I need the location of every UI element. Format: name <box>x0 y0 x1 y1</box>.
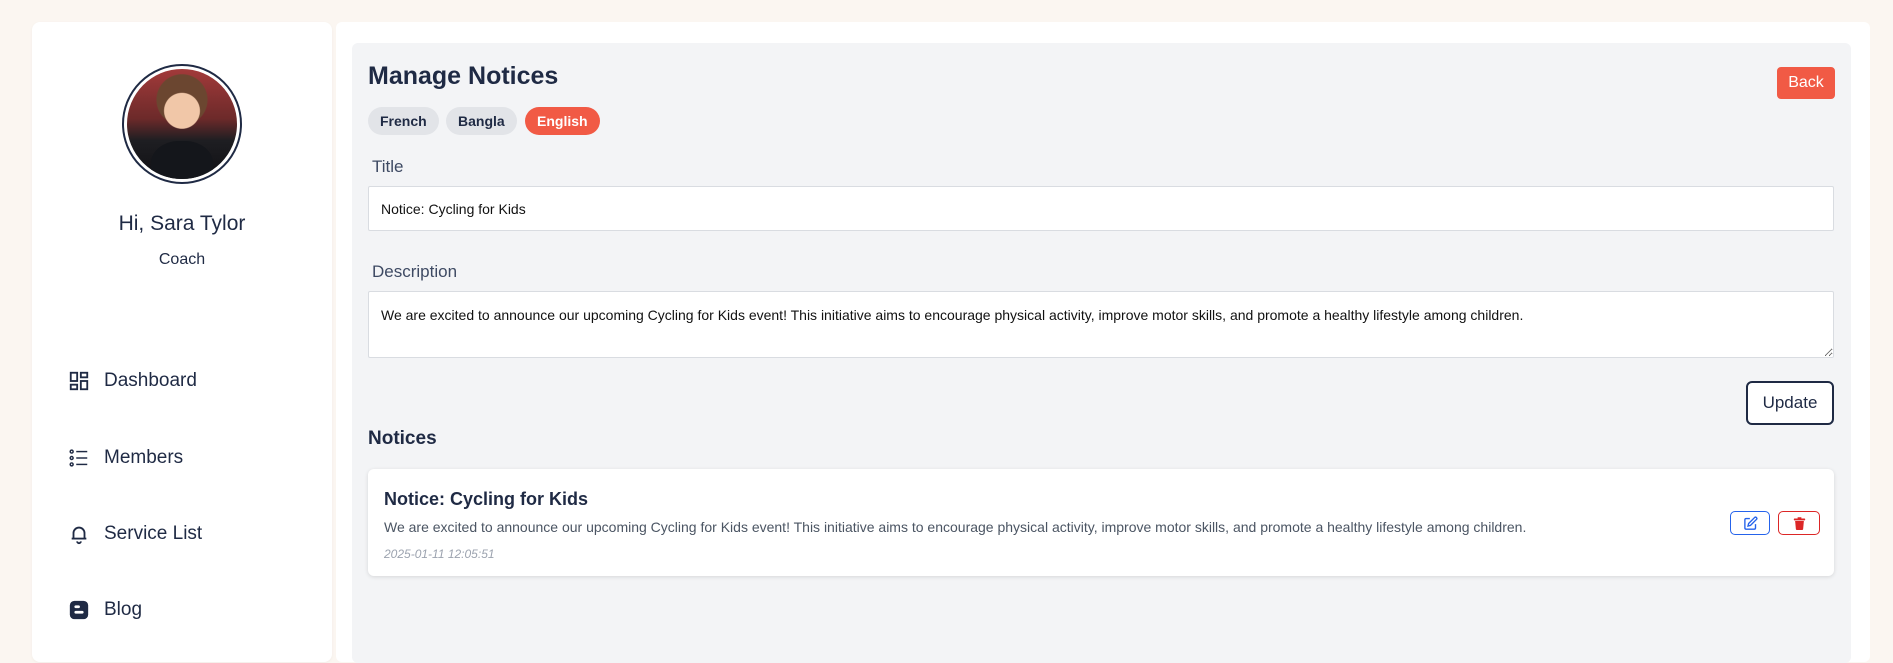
sidebar-item-label: Service List <box>104 523 203 544</box>
page-title: Manage Notices <box>368 62 559 90</box>
language-tab-french[interactable]: French <box>368 107 439 135</box>
notice-card: Notice: Cycling for Kids We are excited … <box>368 469 1834 576</box>
sidebar-item-service-list[interactable]: Service List <box>68 519 202 549</box>
language-tab-bangla[interactable]: Bangla <box>446 107 517 135</box>
sidebar-item-blog[interactable]: Blog <box>68 595 142 625</box>
back-button[interactable]: Back <box>1777 67 1835 99</box>
sidebar-item-label: Blog <box>104 599 143 620</box>
delete-notice-button[interactable] <box>1778 511 1820 535</box>
user-greeting: Hi, Sara Tylor <box>118 212 246 235</box>
notice-description: We are excited to announce our upcoming … <box>384 519 1527 535</box>
user-role: Coach <box>158 251 206 268</box>
update-button[interactable]: Update <box>1746 381 1834 425</box>
sidebar-item-label: Members <box>104 447 184 468</box>
blogger-icon <box>69 600 89 620</box>
dashboard-icon <box>69 371 89 391</box>
edit-icon <box>1743 516 1757 530</box>
sidebar-item-members[interactable]: Members <box>68 443 183 473</box>
sidebar: Hi, Sara Tylor Coach Dashboard Members S… <box>32 22 332 662</box>
edit-notice-button[interactable] <box>1730 511 1770 535</box>
sidebar-item-dashboard[interactable]: Dashboard <box>68 366 197 396</box>
title-input[interactable] <box>368 186 1834 231</box>
bell-icon <box>71 526 87 545</box>
sidebar-item-label: Dashboard <box>104 370 197 391</box>
description-label: Description <box>372 262 458 281</box>
notice-date: 2025-01-11 12:05:51 <box>384 547 495 561</box>
trash-icon <box>1793 516 1805 530</box>
language-tab-english[interactable]: English <box>525 107 600 135</box>
list-icon <box>69 449 88 467</box>
description-input[interactable]: We are excited to announce our upcoming … <box>368 291 1834 358</box>
avatar-image <box>127 69 237 179</box>
title-label: Title <box>372 157 404 176</box>
notices-section-title: Notices <box>368 428 437 449</box>
notice-title: Notice: Cycling for Kids <box>384 489 589 509</box>
avatar <box>122 64 242 184</box>
